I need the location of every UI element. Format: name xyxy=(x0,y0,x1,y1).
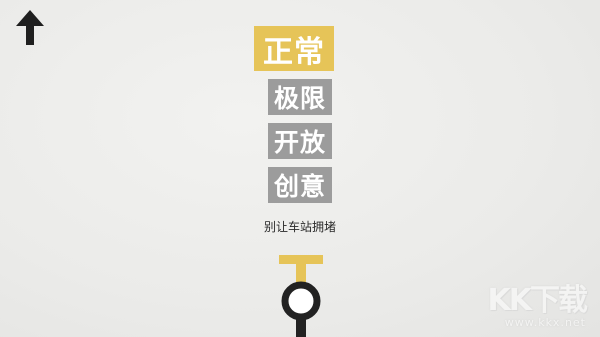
mode-creative-button[interactable]: 创意 xyxy=(268,167,332,203)
watermark-url: www.kkx.net xyxy=(504,316,586,329)
game-menu-screen: 正常 极限 开放 创意 别让车站拥堵 KK下载 www.kkx.net xyxy=(0,0,600,337)
station-icon xyxy=(281,281,321,321)
mode-extreme-button[interactable]: 极限 xyxy=(268,79,332,115)
up-arrow-icon xyxy=(16,10,44,45)
watermark-logo: KK下载 xyxy=(487,283,588,318)
mode-description: 别让车站拥堵 xyxy=(263,220,336,234)
back-button[interactable] xyxy=(14,8,46,46)
mode-open-button[interactable]: 开放 xyxy=(268,123,332,159)
watermark: KK下载 www.kkx.net xyxy=(472,275,592,331)
metro-line-preview xyxy=(277,253,327,337)
mode-normal-button[interactable]: 正常 xyxy=(254,26,334,71)
